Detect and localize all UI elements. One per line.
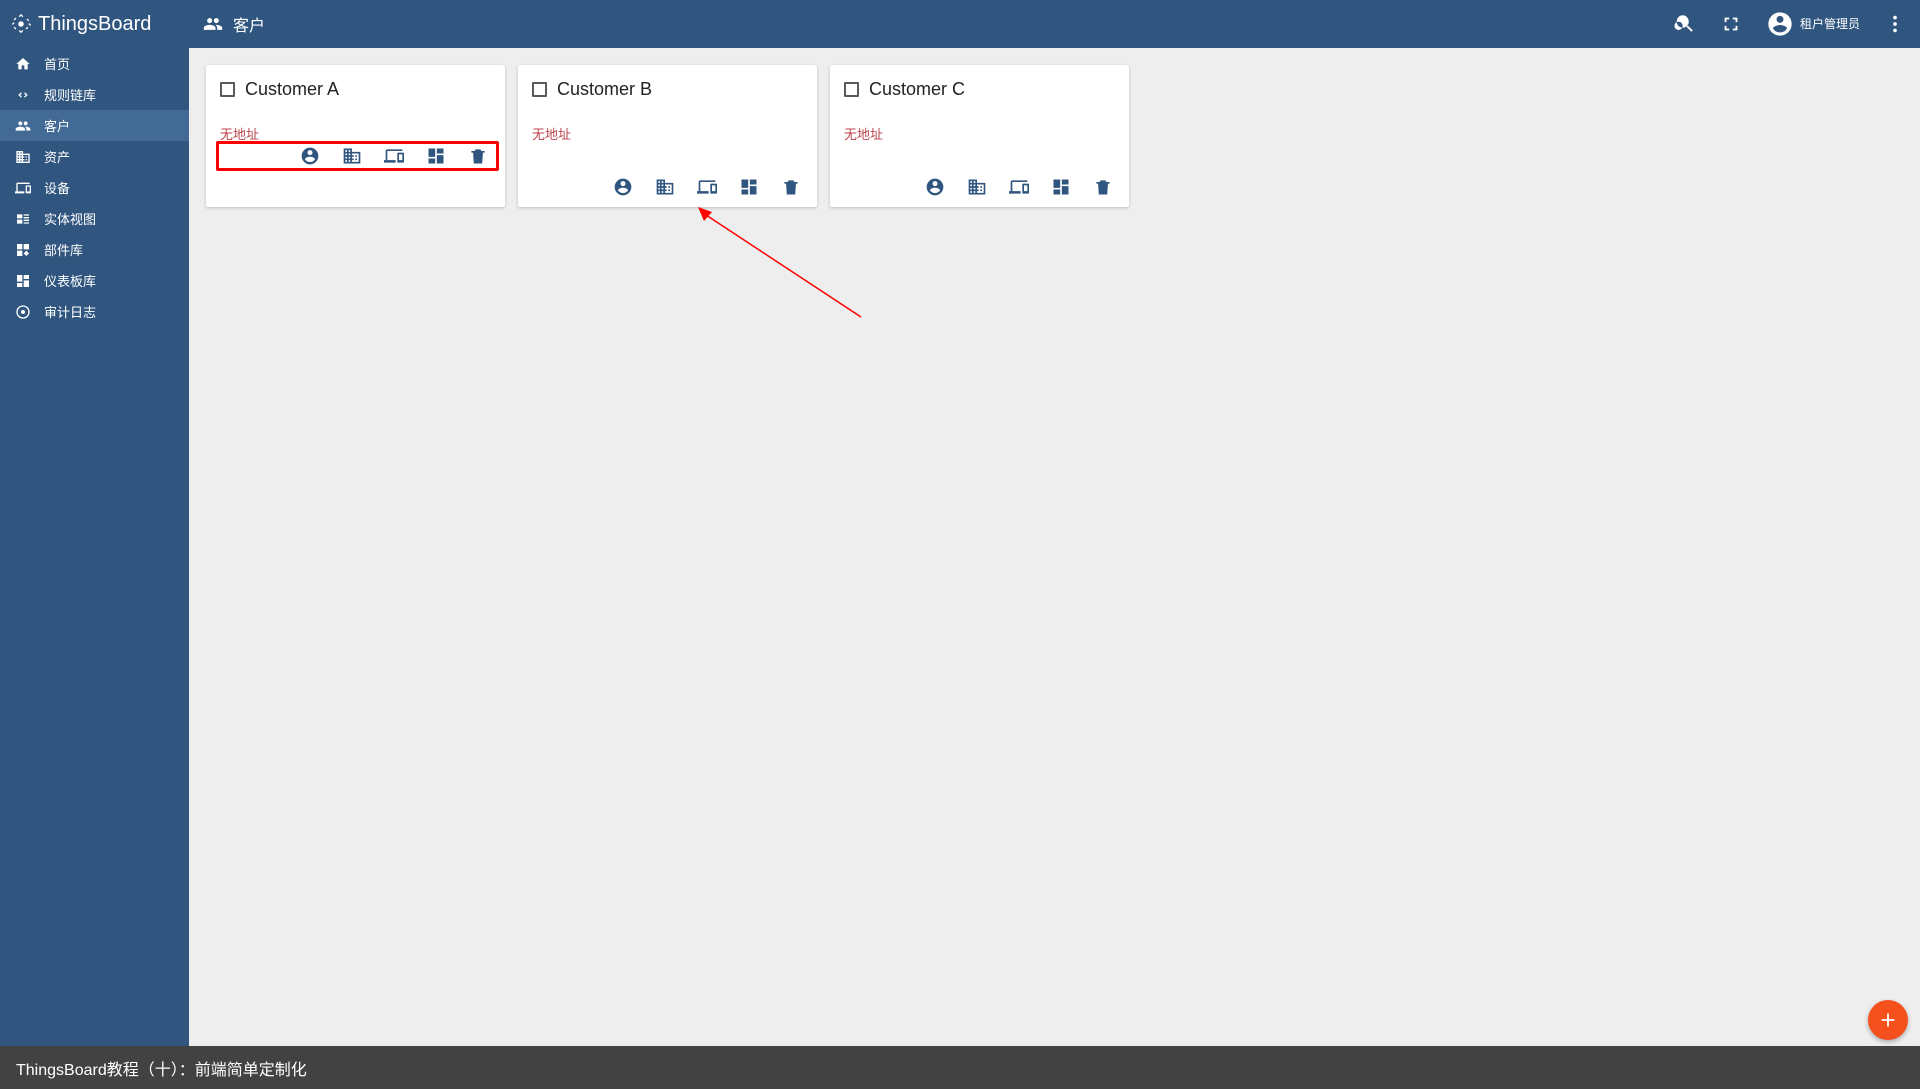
account-icon bbox=[1766, 10, 1794, 38]
sidebar-item-label: 首页 bbox=[44, 54, 70, 73]
thingsboard-logo-icon bbox=[10, 13, 32, 35]
sidebar-item-label: 规则链库 bbox=[44, 85, 96, 104]
card-action-delete[interactable] bbox=[468, 146, 488, 166]
sidebar-item-label: 客户 bbox=[44, 116, 70, 135]
sidebar-item-domain[interactable]: 资产 bbox=[0, 141, 189, 172]
sidebar-item-devices[interactable]: 设备 bbox=[0, 172, 189, 203]
search-button[interactable] bbox=[1674, 13, 1696, 35]
customer-name: Customer A bbox=[245, 79, 339, 100]
card-action-dash[interactable] bbox=[739, 177, 759, 197]
card-action-account[interactable] bbox=[300, 146, 320, 166]
customer-address: 无地址 bbox=[844, 124, 1115, 143]
card-action-dash[interactable] bbox=[426, 146, 446, 166]
customer-address: 无地址 bbox=[532, 124, 803, 143]
select-checkbox[interactable] bbox=[220, 82, 235, 97]
customer-name: Customer B bbox=[557, 79, 652, 100]
add-icon bbox=[1877, 1009, 1899, 1031]
home-icon bbox=[14, 55, 32, 73]
card-action-devices[interactable] bbox=[1009, 177, 1029, 197]
group-icon bbox=[14, 117, 32, 135]
sidebar-item-code[interactable]: 规则链库 bbox=[0, 79, 189, 110]
sidebar-item-dash[interactable]: 仪表板库 bbox=[0, 265, 189, 296]
code-icon bbox=[14, 86, 32, 104]
user-menu[interactable]: 租户管理员 bbox=[1766, 10, 1860, 38]
card-actions bbox=[532, 173, 803, 199]
sidebar-item-widgets[interactable]: 部件库 bbox=[0, 234, 189, 265]
card-action-domain[interactable] bbox=[655, 177, 675, 197]
fullscreen-button[interactable] bbox=[1720, 13, 1742, 35]
track-icon bbox=[14, 303, 32, 321]
sidebar-item-track[interactable]: 审计日志 bbox=[0, 296, 189, 327]
sidebar-item-label: 设备 bbox=[44, 178, 70, 197]
page-title: 客户 bbox=[233, 12, 265, 36]
sidebar-item-viewq[interactable]: 实体视图 bbox=[0, 203, 189, 234]
sidebar-item-label: 部件库 bbox=[44, 240, 83, 259]
sidebar-item-group[interactable]: 客户 bbox=[0, 110, 189, 141]
customer-card[interactable]: Customer B 无地址 bbox=[518, 65, 817, 207]
card-action-domain[interactable] bbox=[967, 177, 987, 197]
sidebar-item-label: 资产 bbox=[44, 147, 70, 166]
sidebar-item-label: 仪表板库 bbox=[44, 271, 96, 290]
card-action-delete[interactable] bbox=[781, 177, 801, 197]
topbar: 客户 租户管理员 bbox=[189, 0, 1920, 48]
widgets-icon bbox=[14, 241, 32, 259]
sidebar-item-label: 审计日志 bbox=[44, 302, 96, 321]
side-nav: 首页规则链库客户资产设备实体视图部件库仪表板库审计日志 bbox=[0, 48, 189, 327]
card-action-devices[interactable] bbox=[697, 177, 717, 197]
card-action-dash[interactable] bbox=[1051, 177, 1071, 197]
brand-name: ThingsBoard bbox=[38, 13, 151, 36]
viewq-icon bbox=[14, 210, 32, 228]
customer-name: Customer C bbox=[869, 79, 965, 100]
add-customer-fab[interactable] bbox=[1868, 1000, 1908, 1040]
card-actions bbox=[844, 173, 1115, 199]
card-action-domain[interactable] bbox=[342, 146, 362, 166]
select-checkbox[interactable] bbox=[532, 82, 547, 97]
card-action-account[interactable] bbox=[613, 177, 633, 197]
card-action-delete[interactable] bbox=[1093, 177, 1113, 197]
card-actions-highlight bbox=[216, 141, 499, 171]
customers-icon bbox=[203, 14, 223, 34]
sidebar-item-label: 实体视图 bbox=[44, 209, 96, 228]
user-role-label: 租户管理员 bbox=[1800, 17, 1860, 31]
card-action-account[interactable] bbox=[925, 177, 945, 197]
customer-cards-area: Customer A无地址 Customer B 无地址 Customer C 无地址 bbox=[189, 48, 1920, 1089]
sidebar-item-home[interactable]: 首页 bbox=[0, 48, 189, 79]
brand-logo[interactable]: ThingsBoard bbox=[0, 0, 189, 48]
customer-card[interactable]: Customer A无地址 bbox=[206, 65, 505, 207]
dash-icon bbox=[14, 272, 32, 290]
more-menu[interactable] bbox=[1884, 13, 1906, 35]
domain-icon bbox=[14, 148, 32, 166]
card-action-devices[interactable] bbox=[384, 146, 404, 166]
devices-icon bbox=[14, 179, 32, 197]
footer-caption: ThingsBoard教程（十）：前端简单定制化 bbox=[0, 1046, 1920, 1089]
select-checkbox[interactable] bbox=[844, 82, 859, 97]
sidebar: ThingsBoard 首页规则链库客户资产设备实体视图部件库仪表板库审计日志 bbox=[0, 0, 189, 1089]
customer-card[interactable]: Customer C 无地址 bbox=[830, 65, 1129, 207]
